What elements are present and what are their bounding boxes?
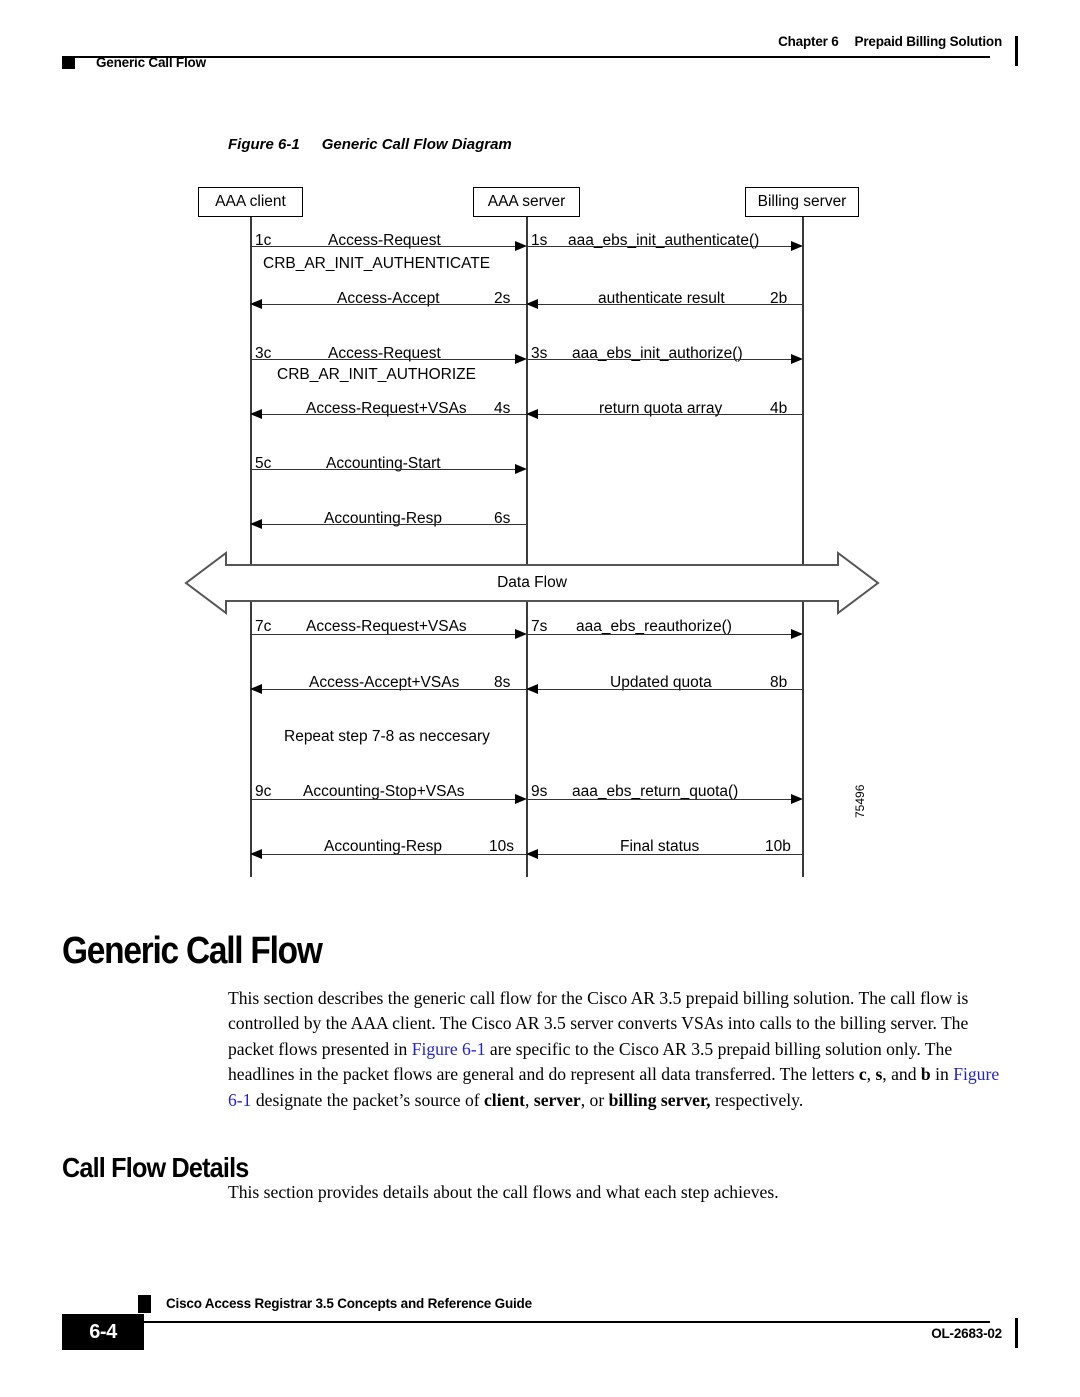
arrowhead-left-icon: [526, 409, 538, 419]
message-label: Access-Request: [328, 232, 441, 249]
step-number: 6s: [494, 510, 511, 527]
para1-sep-3: ,: [525, 1089, 534, 1110]
message-arrow-line: [258, 689, 526, 691]
step-number: 4s: [494, 400, 511, 417]
message-arrow-line: [258, 414, 526, 416]
step-number: 2b: [770, 290, 788, 307]
section-heading-call-flow-details: Call Flow Details: [62, 1152, 249, 1183]
message-arrow-line: [251, 469, 519, 471]
message-label: aaa_ebs_init_authenticate(): [568, 232, 760, 249]
para1-part-h: in: [930, 1064, 954, 1085]
note-crb-ar-init-authenticate: CRB_AR_INIT_AUTHENTICATE: [263, 255, 491, 272]
node-billing-server-label: Billing server: [757, 193, 847, 210]
message-label: aaa_ebs_init_authorize(): [572, 345, 743, 362]
para1-letter-c: c: [858, 1064, 867, 1085]
step-number: 1s: [531, 232, 548, 249]
figure-xref-link-1[interactable]: Figure 6-1: [412, 1039, 486, 1059]
arrowhead-left-icon: [250, 684, 262, 694]
message-label: Access-Accept: [337, 290, 440, 307]
para1-sep-4: , or: [580, 1089, 609, 1110]
note-crb-ar-init-authorize: CRB_AR_INIT_AUTHORIZE: [277, 366, 476, 383]
para1-sep-2: , and: [882, 1064, 921, 1085]
message-arrow-line: [534, 414, 802, 416]
para1-term-server: server: [533, 1089, 581, 1110]
lifeline-aaa-client: [250, 217, 252, 877]
arrowhead-right-icon: [515, 464, 527, 474]
arrowhead-right-icon: [791, 241, 803, 251]
arrowhead-left-icon: [526, 299, 538, 309]
note-repeat-step: Repeat step 7-8 as neccesary: [284, 728, 490, 745]
message-arrow-line: [534, 689, 802, 691]
figure-block: Figure 6-1 Generic Call Flow Diagram AAA …: [0, 0, 1080, 900]
message-arrow-line: [527, 359, 795, 361]
message-arrow-line: [527, 634, 795, 636]
para1-part-i: designate the packet’s source of: [251, 1089, 484, 1110]
node-billing-server: Billing server: [745, 187, 859, 217]
step-number: 1c: [255, 232, 272, 249]
message-arrow-line: [534, 854, 802, 856]
para1-term-client: client: [484, 1089, 526, 1110]
lifeline-aaa-server: [526, 217, 528, 877]
message-arrow-line: [251, 799, 519, 801]
message-arrow-line: [258, 524, 526, 526]
message-label: authenticate result: [598, 290, 725, 307]
data-flow-banner: Data Flow: [182, 549, 882, 617]
para1-letter-b: b: [920, 1064, 931, 1085]
node-aaa-client: AAA client: [198, 187, 303, 217]
page-title: Generic Call Flow: [62, 930, 323, 972]
message-label: Accounting-Start: [326, 455, 441, 472]
footer-edge-tick: [1015, 1318, 1018, 1348]
step-number: 2s: [494, 290, 511, 307]
arrowhead-right-icon: [515, 794, 527, 804]
step-number: 3s: [531, 345, 548, 362]
arrowhead-left-icon: [526, 684, 538, 694]
arrowhead-right-icon: [515, 354, 527, 364]
arrowhead-left-icon: [250, 519, 262, 529]
arrowhead-right-icon: [791, 354, 803, 364]
message-arrow-line: [251, 246, 519, 248]
arrowhead-right-icon: [791, 794, 803, 804]
paragraph-generic-call-flow: This section describes the generic call …: [228, 986, 1014, 1113]
node-aaa-client-label: AAA client: [215, 193, 286, 210]
figure-id-number: 75496: [853, 784, 867, 818]
para1-part-o: respectively.: [710, 1089, 804, 1110]
arrowhead-right-icon: [515, 241, 527, 251]
footer-document-id: OL-2683-02: [931, 1326, 1002, 1341]
message-label: Access-Request+VSAs: [306, 400, 467, 417]
arrowhead-right-icon: [515, 629, 527, 639]
message-arrow-line: [251, 634, 519, 636]
message-label: return quota array: [599, 400, 723, 417]
arrowhead-left-icon: [250, 409, 262, 419]
para1-term-billing-server: billing server,: [608, 1089, 711, 1110]
arrowhead-left-icon: [250, 849, 262, 859]
arrowhead-left-icon: [526, 849, 538, 859]
call-flow-sequence-diagram: AAA client AAA server Billing server 1c …: [0, 0, 1080, 900]
lifeline-billing-server: [802, 217, 804, 877]
step-number: 3c: [255, 345, 272, 362]
footer-page-number: 6-4: [62, 1314, 144, 1350]
node-aaa-server: AAA server: [473, 187, 580, 217]
step-number: 4b: [770, 400, 788, 417]
paragraph-call-flow-details: This section provides details about the …: [228, 1182, 779, 1202]
arrowhead-left-icon: [250, 299, 262, 309]
message-label: Access-Request: [328, 345, 441, 362]
message-arrow-line: [527, 246, 795, 248]
message-arrow-line: [534, 304, 802, 306]
message-arrow-line: [527, 799, 795, 801]
step-number: 5c: [255, 455, 272, 472]
message-arrow-line: [258, 304, 526, 306]
page-footer: Cisco Access Registrar 3.5 Concepts and …: [0, 1290, 1080, 1380]
footer-rule: [62, 1321, 990, 1323]
message-arrow-line: [251, 359, 519, 361]
footer-bullet-icon: [138, 1295, 151, 1313]
footer-document-title: Cisco Access Registrar 3.5 Concepts and …: [166, 1296, 532, 1311]
message-arrow-line: [258, 854, 526, 856]
message-label: Accounting-Resp: [324, 510, 443, 527]
data-flow-label: Data Flow: [497, 574, 567, 591]
node-aaa-server-label: AAA server: [487, 193, 566, 210]
arrowhead-right-icon: [791, 629, 803, 639]
